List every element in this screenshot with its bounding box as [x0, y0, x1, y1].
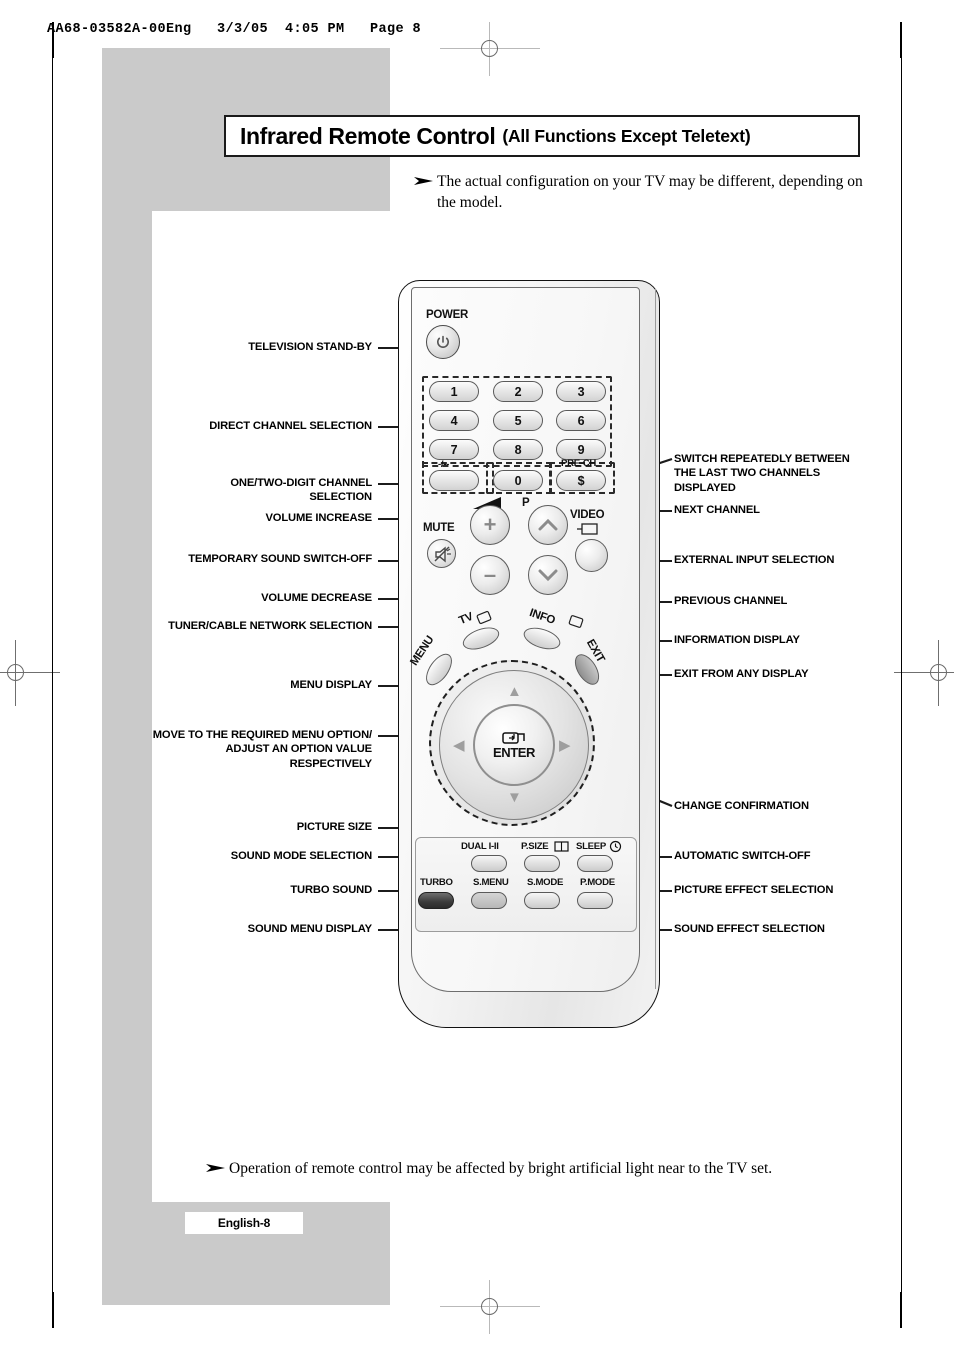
- minus-icon: –: [483, 562, 497, 587]
- channel-down-button[interactable]: [528, 555, 568, 595]
- digit-2-button[interactable]: 2: [493, 381, 543, 402]
- digit-4-button[interactable]: 4: [429, 410, 479, 431]
- note-bottom: Operation of remote control may be affec…: [205, 1159, 845, 1180]
- smode-label: S.MODE: [527, 877, 564, 888]
- power-button[interactable]: [426, 325, 460, 359]
- nav-left-button[interactable]: ◀: [453, 738, 465, 753]
- dash-key-button[interactable]: [429, 470, 479, 491]
- mute-button[interactable]: [427, 539, 456, 568]
- program-label: P: [522, 497, 530, 509]
- dual-label: DUAL I-II: [461, 841, 499, 852]
- arrow-bullet-icon-bottom: [205, 1161, 229, 1180]
- smode-button[interactable]: [524, 892, 560, 909]
- turbo-label: TURBO: [420, 877, 453, 888]
- psize-button[interactable]: [524, 855, 560, 872]
- smenu-button[interactable]: [471, 892, 507, 909]
- digit-0-button[interactable]: 0: [493, 470, 543, 491]
- nav-down-button[interactable]: ▼: [507, 790, 522, 805]
- pmode-button[interactable]: [577, 892, 613, 909]
- video-button[interactable]: [575, 539, 608, 572]
- mute-label: MUTE: [423, 522, 455, 534]
- turbo-button[interactable]: [418, 892, 454, 909]
- navigation-pad: ▲ ▼ ◀ ▶ ENTER: [429, 660, 595, 826]
- enter-icon: [502, 731, 525, 744]
- sleep-button[interactable]: [577, 855, 613, 872]
- prech-label: PRE-CH: [561, 458, 596, 469]
- note-bottom-text: Operation of remote control may be affec…: [229, 1160, 773, 1177]
- nav-right-button[interactable]: ▶: [559, 738, 571, 753]
- remote-control-illustration: POWER 1 2 3 4 5 6 7 8 9 -/-- 0 PRE-CH $ …: [393, 277, 668, 1032]
- chevron-up-icon: [538, 518, 558, 531]
- dual-button[interactable]: [471, 855, 507, 872]
- power-label: POWER: [426, 309, 468, 321]
- video-input-icon: [577, 523, 598, 535]
- digit-3-button[interactable]: 3: [556, 381, 606, 402]
- digit-5-button[interactable]: 5: [493, 410, 543, 431]
- plus-icon: +: [483, 512, 497, 537]
- nav-up-button[interactable]: ▲: [507, 684, 522, 699]
- power-icon: [437, 335, 449, 348]
- mute-icon: [434, 546, 451, 563]
- dash-key-label: -/--: [438, 459, 450, 470]
- volume-down-button[interactable]: –: [470, 555, 510, 595]
- page-number-tag: English-8: [185, 1212, 303, 1234]
- digit-7-button[interactable]: 7: [429, 439, 479, 460]
- enter-label: ENTER: [492, 744, 536, 760]
- chevron-down-icon: [538, 569, 558, 582]
- picture-size-icon: [554, 841, 569, 852]
- enter-button[interactable]: ENTER: [473, 704, 555, 786]
- digit-9-button[interactable]: 9: [556, 439, 606, 460]
- pmode-label: P.MODE: [580, 877, 615, 888]
- video-label: VIDEO: [570, 509, 605, 521]
- digit-8-button[interactable]: 8: [493, 439, 543, 460]
- digit-6-button[interactable]: 6: [556, 410, 606, 431]
- prech-button[interactable]: $: [556, 470, 606, 491]
- smenu-label: S.MENU: [473, 877, 509, 888]
- psize-label: P.SIZE: [521, 841, 549, 852]
- sleep-label: SLEEP: [576, 841, 606, 852]
- remote-side-edge: [655, 289, 656, 989]
- sleep-clock-icon: [609, 840, 622, 853]
- volume-up-button[interactable]: +: [470, 505, 510, 545]
- digit-1-button[interactable]: 1: [429, 381, 479, 402]
- channel-up-button[interactable]: [528, 505, 568, 545]
